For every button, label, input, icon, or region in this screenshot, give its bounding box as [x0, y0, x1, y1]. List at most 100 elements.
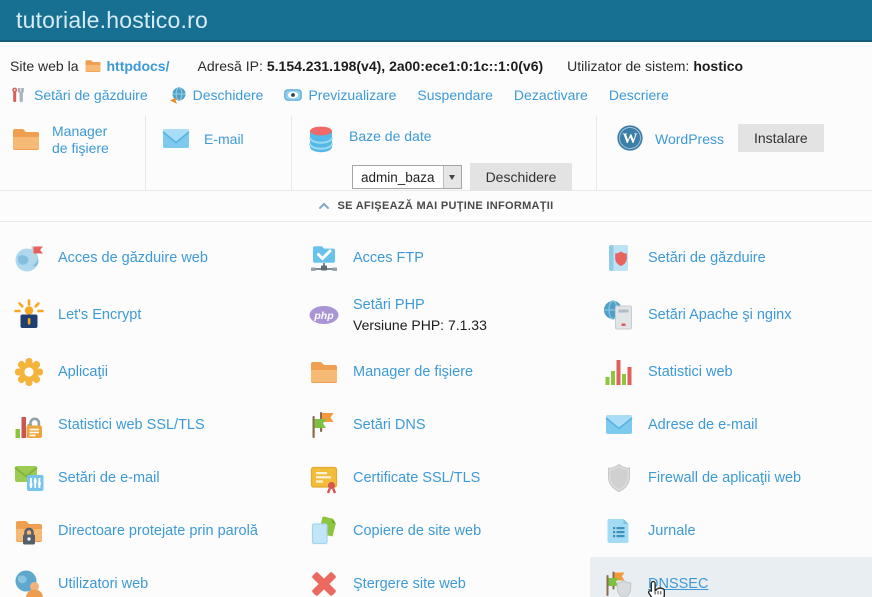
- grid-item-logs: Jurnale: [590, 504, 872, 557]
- chevron-up-icon: [318, 200, 330, 212]
- databases-link[interactable]: Baze de date: [349, 128, 432, 144]
- install-wordpress-button[interactable]: Instalare: [738, 124, 824, 152]
- domain-title: tutoriale.hostico.ro: [16, 7, 208, 34]
- web-users-link[interactable]: Utilizatori web: [58, 576, 148, 592]
- action-label: Descriere: [609, 87, 669, 103]
- web-statistics-ssl-link[interactable]: Statistici web SSL/TLS: [58, 417, 205, 433]
- ssl-certificates-link[interactable]: Certificate SSL/TLS: [353, 470, 480, 486]
- flags-icon: [308, 409, 340, 441]
- open-database-button[interactable]: Deschidere: [470, 163, 573, 191]
- select-dropdown-arrow[interactable]: [443, 166, 461, 188]
- grid-item-dns-settings: Setări DNS: [295, 398, 590, 451]
- folder-lock-icon: [13, 515, 45, 547]
- grid-item-dnssec: DNSSEC: [590, 557, 872, 597]
- grid-item-web-users: Utilizatori web: [0, 557, 295, 597]
- show-less-label: SE AFIŞEAZĂ MAI PUŢINE INFORMAŢII: [337, 200, 553, 212]
- card-email: E-mail: [146, 116, 292, 190]
- php-version-text: Versiune PHP: 7.1.33: [353, 317, 487, 333]
- grid-item-web-statistics-ssl: Statistici web SSL/TLS: [0, 398, 295, 451]
- ftp-access-link[interactable]: Acces FTP: [353, 250, 424, 266]
- feature-grid: Acces de găzduire web Acces FTP Setări d…: [0, 222, 872, 597]
- grid-item-php-settings: Setări PHP Versiune PHP: 7.1.33: [295, 284, 590, 345]
- card-file-manager: Manager de fişiere: [0, 116, 146, 190]
- preview-link[interactable]: Previzualizare: [284, 86, 396, 104]
- bar-chart-icon: [603, 356, 635, 388]
- globe-user-icon: [13, 568, 45, 597]
- grid-item-applications: Aplicaţii: [0, 345, 295, 398]
- website-copying-link[interactable]: Copiere de site web: [353, 523, 481, 539]
- delete-website-link[interactable]: Ştergere site web: [353, 576, 466, 592]
- certificate-icon: [308, 462, 340, 494]
- system-user-value: hostico: [693, 58, 743, 74]
- hosting-settings-link[interactable]: Setări de găzduire: [10, 86, 148, 104]
- grid-item-web-app-firewall: Firewall de aplicaţii web: [590, 451, 872, 504]
- action-label: Suspendare: [417, 87, 493, 103]
- grid-item-hosting-settings: Setări de găzduire: [590, 231, 872, 284]
- grid-item-delete-website: Ştergere site web: [295, 557, 590, 597]
- file-manager-link[interactable]: Manager de fişiere: [353, 364, 473, 380]
- open-site-link[interactable]: Deschidere: [169, 86, 264, 104]
- grid-item-email-settings: Setări de e-mail: [0, 451, 295, 504]
- web-app-firewall-link[interactable]: Firewall de aplicaţii web: [648, 470, 801, 486]
- file-manager-label-line1: Manager: [52, 123, 109, 140]
- email-link[interactable]: E-mail: [204, 131, 244, 147]
- wordpress-link[interactable]: WordPress: [655, 131, 724, 147]
- action-label: Dezactivare: [514, 87, 588, 103]
- eye-icon: [284, 86, 302, 104]
- site-actions-bar: Setări de găzduire Deschidere Previzuali…: [0, 76, 872, 116]
- protected-directories-link[interactable]: Directoare protejate prin parolă: [58, 523, 258, 539]
- httpdocs-link[interactable]: httpdocs/: [106, 58, 169, 74]
- database-icon: [305, 123, 337, 155]
- hosting-settings-link[interactable]: Setări de găzduire: [648, 250, 766, 266]
- suspend-link[interactable]: Suspendare: [417, 87, 493, 103]
- card-databases: Baze de date admin_baza Deschidere: [292, 116, 597, 190]
- folder-icon: [84, 57, 102, 75]
- padlock-sun-icon: [13, 299, 45, 331]
- grid-item-apache-nginx: Setări Apache şi nginx: [590, 284, 872, 345]
- card-wordpress: WordPress Instalare: [597, 116, 872, 190]
- logs-link[interactable]: Jurnale: [648, 523, 696, 539]
- scroll-shield-icon: [603, 242, 635, 274]
- ip-label: Adresă IP:: [197, 58, 262, 74]
- envelope-icon: [160, 123, 192, 155]
- file-manager-link[interactable]: Manager de fişiere: [52, 123, 109, 190]
- email-settings-link[interactable]: Setări de e-mail: [58, 470, 160, 486]
- wordpress-icon: [615, 123, 645, 153]
- deactivate-link[interactable]: Dezactivare: [514, 87, 588, 103]
- email-addresses-link[interactable]: Adrese de e-mail: [648, 417, 758, 433]
- site-info-bar: Site web la httpdocs/ Adresă IP: 5.154.2…: [0, 42, 872, 76]
- grid-item-file-manager: Manager de fişiere: [295, 345, 590, 398]
- grid-item-website-copying: Copiere de site web: [295, 504, 590, 557]
- grid-item-ssl-certificates: Certificate SSL/TLS: [295, 451, 590, 504]
- ip-value: 5.154.231.198(v4), 2a00:ece1:0:1c::1:0(v…: [267, 58, 543, 74]
- action-label: Deschidere: [193, 87, 264, 103]
- globe-arrow-icon: [169, 86, 187, 104]
- grid-item-protected-directories: Directoare protejate prin parolă: [0, 504, 295, 557]
- system-user-label: Utilizator de sistem:: [567, 58, 689, 74]
- copy-pages-icon: [308, 515, 340, 547]
- grid-item-lets-encrypt: Let's Encrypt: [0, 284, 295, 345]
- dns-settings-link[interactable]: Setări DNS: [353, 417, 426, 433]
- shortcut-cards: Manager de fişiere E-mail Baze de date a…: [0, 116, 872, 191]
- chevron-down-icon: [449, 175, 455, 180]
- database-select-value: admin_baza: [353, 170, 443, 185]
- envelope-icon: [603, 409, 635, 441]
- applications-link[interactable]: Aplicaţii: [58, 364, 108, 380]
- grid-item-email-addresses: Adrese de e-mail: [590, 398, 872, 451]
- show-less-toggle[interactable]: SE AFIŞEAZĂ MAI PUŢINE INFORMAŢII: [0, 191, 872, 222]
- plesk-panel: tutoriale.hostico.ro Site web la httpdoc…: [0, 0, 872, 597]
- web-hosting-access-link[interactable]: Acces de găzduire web: [58, 250, 208, 266]
- lets-encrypt-link[interactable]: Let's Encrypt: [58, 307, 141, 323]
- action-label: Setări de găzduire: [34, 87, 148, 103]
- action-label: Previzualizare: [308, 87, 396, 103]
- grid-item-web-hosting-access: Acces de găzduire web: [0, 231, 295, 284]
- web-statistics-link[interactable]: Statistici web: [648, 364, 733, 380]
- hand-pointer-icon: [645, 580, 669, 597]
- database-select[interactable]: admin_baza: [352, 165, 462, 189]
- file-manager-label-line2: de fişiere: [52, 140, 109, 157]
- apache-nginx-link[interactable]: Setări Apache şi nginx: [648, 307, 791, 323]
- grid-item-web-statistics: Statistici web: [590, 345, 872, 398]
- folder-icon: [10, 123, 42, 155]
- php-settings-link[interactable]: Setări PHP: [353, 297, 487, 313]
- description-link[interactable]: Descriere: [609, 87, 669, 103]
